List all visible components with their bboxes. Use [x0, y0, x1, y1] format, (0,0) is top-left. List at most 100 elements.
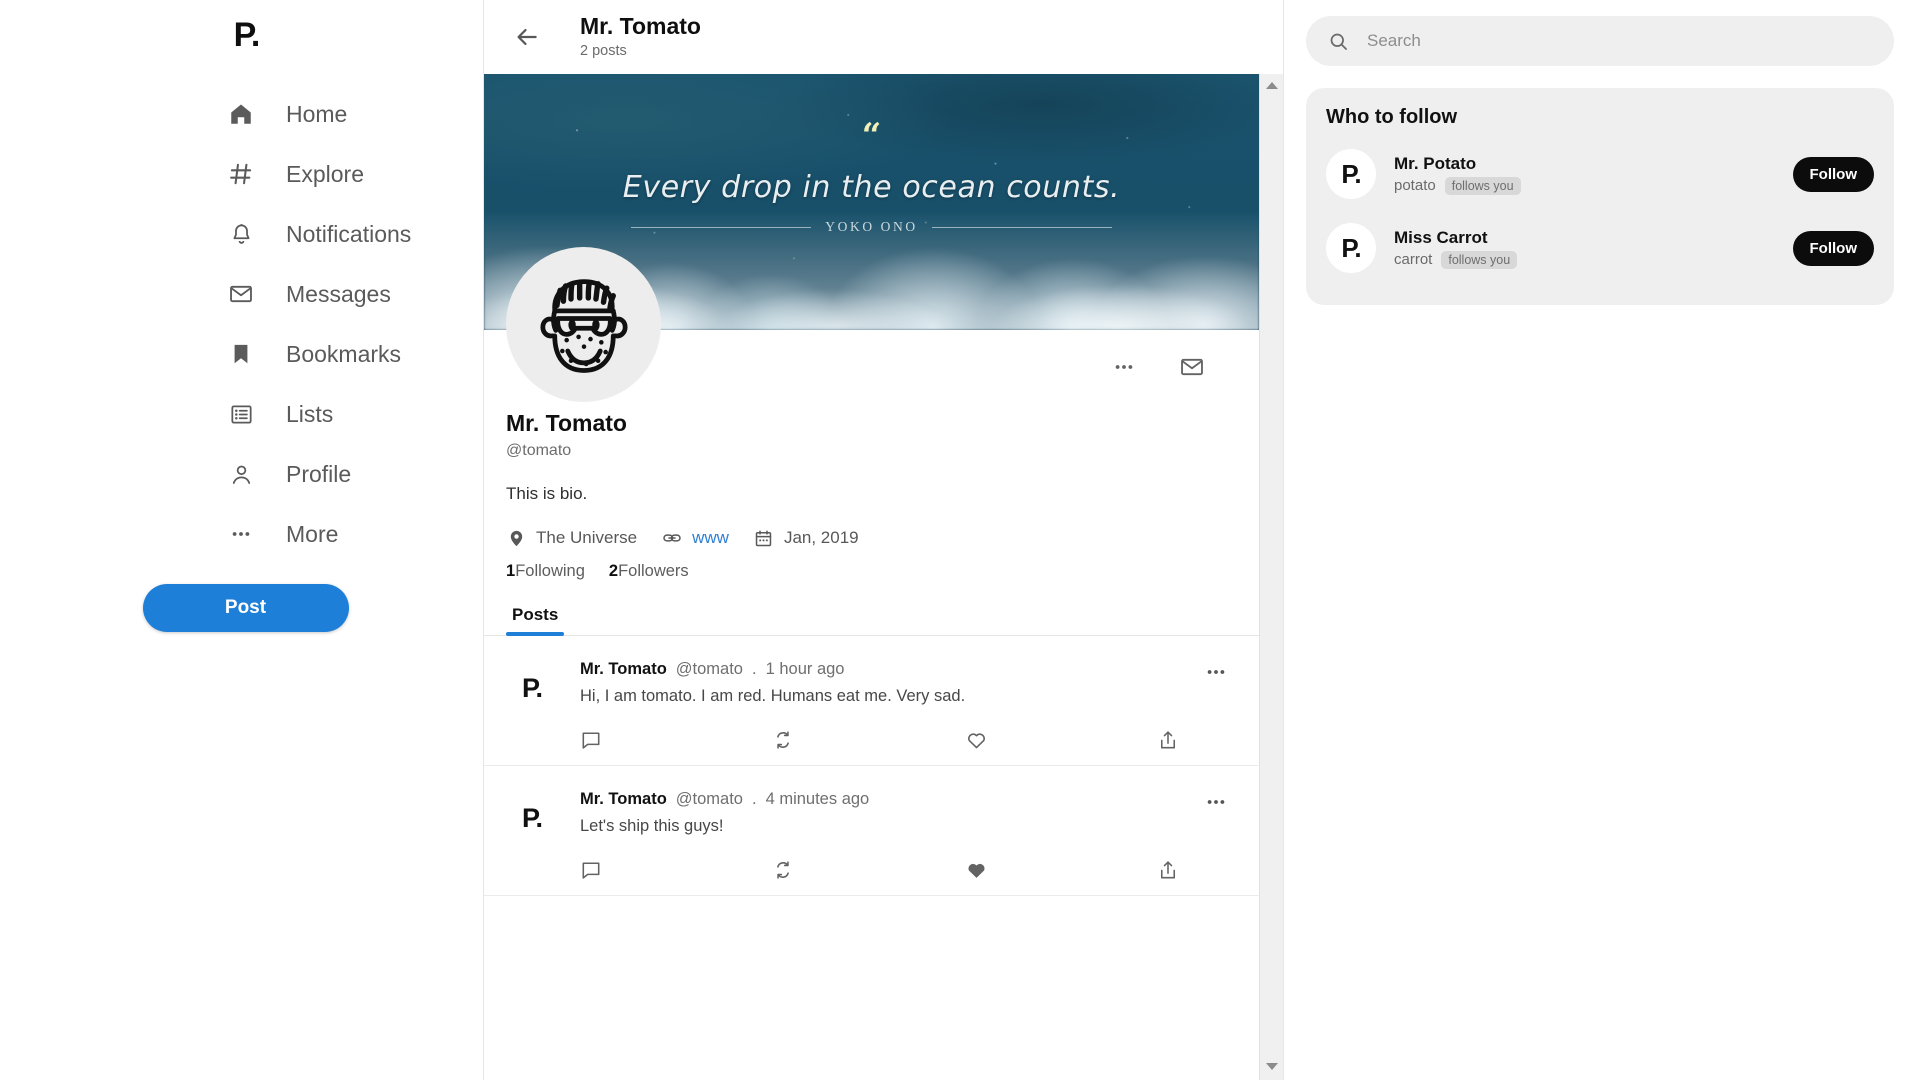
attribution-rule-right [931, 226, 1112, 228]
sidebar-item-home[interactable]: Home [0, 84, 483, 144]
post-author-name[interactable]: Mr. Tomato [580, 790, 667, 809]
sidebar-item-label: Home [286, 100, 348, 127]
suggestion-info: Mr. Potato potato follows you [1394, 154, 1793, 195]
suggestion-sub: potato follows you [1394, 176, 1793, 195]
post-body: Mr. Tomato @tomato . 4 minutes ago Let's… [580, 790, 1189, 881]
envelope-icon [226, 279, 256, 309]
suggestion-handle: carrot [1394, 251, 1433, 268]
hashtag-icon [226, 159, 256, 189]
followers-count: 2 [608, 562, 619, 580]
reply-icon[interactable] [580, 859, 772, 881]
app-root: P. Home Explore Notifications Messages B… [0, 0, 1920, 1080]
scroll-down-icon[interactable] [1265, 1058, 1279, 1076]
profile-header-bar: Mr. Tomato 2 posts [484, 0, 1283, 74]
post-action-bar [580, 728, 1189, 751]
sidebar-item-messages[interactable]: Messages [0, 264, 483, 324]
sidebar-item-explore[interactable]: Explore [0, 144, 483, 204]
left-sidebar: P. Home Explore Notifications Messages B… [0, 0, 484, 1080]
scroll-up-icon[interactable] [1265, 78, 1279, 96]
post-author-handle: @tomato [675, 790, 743, 808]
search-icon [1328, 31, 1349, 52]
center-scrollbar[interactable] [1259, 74, 1283, 1080]
suggestion-handle: potato [1394, 177, 1436, 194]
post-item[interactable]: P. Mr. Tomato @tomato . 1 hour ago Hi, I… [484, 636, 1259, 766]
tab-posts[interactable]: Posts [506, 605, 565, 636]
profile-website-link[interactable]: www [692, 528, 729, 548]
attribution-rule-left [631, 226, 812, 228]
arrow-left-icon[interactable] [510, 20, 544, 54]
link-icon [662, 528, 682, 548]
sidebar-item-profile[interactable]: Profile [0, 444, 483, 504]
bookmark-icon [226, 339, 256, 369]
profile-bio: This is bio. [506, 484, 588, 503]
post-button[interactable]: Post [142, 584, 349, 632]
post-author-name[interactable]: Mr. Tomato [580, 660, 667, 679]
post-more-button[interactable] [1199, 790, 1233, 820]
share-icon[interactable] [1157, 859, 1179, 881]
repost-icon[interactable] [772, 859, 964, 881]
post-separator: . [751, 790, 757, 808]
post-timestamp: 4 minutes ago [765, 790, 870, 808]
ellipsis-icon [226, 519, 256, 549]
scrollbar-thumb[interactable] [1260, 96, 1283, 1058]
follows-you-badge: follows you [1441, 250, 1518, 269]
sidebar-item-bookmarks[interactable]: Bookmarks [0, 324, 483, 384]
followers-stat[interactable]: 2Followers [609, 562, 689, 581]
suggestion-row[interactable]: P. Mr. Potato potato follows you Follow [1326, 137, 1874, 211]
sidebar-item-label: Profile [286, 460, 352, 487]
suggestion-sub: carrot follows you [1394, 250, 1793, 269]
avatar[interactable]: P. [1326, 223, 1376, 273]
home-icon [226, 99, 256, 129]
sidebar-item-notifications[interactable]: Notifications [0, 204, 483, 264]
who-to-follow-card: Who to follow P. Mr. Potato potato follo… [1306, 88, 1894, 305]
search-input[interactable] [1365, 30, 1872, 52]
sidebar-item-lists[interactable]: Lists [0, 384, 483, 444]
profile-tabs: Posts [484, 605, 1259, 636]
profile-website[interactable]: www [662, 528, 729, 548]
following-stat[interactable]: 1Following [506, 562, 585, 581]
post-more-button[interactable] [1199, 660, 1233, 690]
who-to-follow-title: Who to follow [1326, 106, 1458, 128]
banner-attribution-row: YOKO ONO [484, 219, 1259, 235]
center-column: Mr. Tomato 2 posts “ Every drop in the o… [484, 0, 1284, 1080]
calendar-icon [754, 528, 774, 548]
avatar[interactable] [506, 247, 661, 402]
bell-icon [226, 219, 256, 249]
profile-message-button[interactable] [1175, 350, 1209, 384]
sidebar-item-more[interactable]: More [0, 504, 483, 564]
follow-button[interactable]: Follow [1792, 230, 1874, 266]
suggestion-row[interactable]: P. Miss Carrot carrot follows you Follow [1326, 211, 1874, 285]
post-body: Mr. Tomato @tomato . 1 hour ago Hi, I am… [580, 660, 1189, 751]
profile-counts: 1Following 2Followers [506, 562, 1237, 581]
sidebar-item-label: Notifications [286, 220, 412, 247]
banner-quote-text: Every drop in the ocean counts. [622, 170, 1121, 205]
banner-quote-block: “ Every drop in the ocean counts. YOKO O… [484, 119, 1259, 235]
primary-navigation: Home Explore Notifications Messages Book… [0, 84, 483, 564]
suggestion-name: Miss Carrot [1394, 227, 1488, 247]
post-text: Hi, I am tomato. I am red. Humans eat me… [580, 687, 966, 705]
follow-button[interactable]: Follow [1792, 156, 1874, 192]
profile-handle: @tomato [506, 442, 572, 459]
post-header: Mr. Tomato @tomato . 4 minutes ago [580, 790, 1189, 809]
share-icon[interactable] [1157, 729, 1179, 751]
repost-icon[interactable] [772, 729, 964, 751]
profile-details: Mr. Tomato @tomato This is bio. The Univ… [484, 247, 1259, 581]
reply-icon[interactable] [580, 729, 772, 751]
app-logo[interactable]: P. [0, 8, 483, 62]
like-icon[interactable] [965, 728, 1157, 751]
search-bar[interactable] [1306, 16, 1894, 66]
profile-location-text: The Universe [536, 528, 638, 547]
post-item[interactable]: P. Mr. Tomato @tomato . 4 minutes ago Le… [484, 766, 1259, 896]
header-titles: Mr. Tomato 2 posts [580, 13, 701, 61]
sidebar-item-label: Messages [286, 280, 391, 307]
post-text: Let's ship this guys! [580, 817, 724, 835]
avatar[interactable]: P. [1326, 149, 1376, 199]
location-pin-icon [506, 528, 526, 548]
post-avatar[interactable]: P. [506, 792, 558, 844]
post-author-handle: @tomato [675, 660, 743, 678]
profile-joined: Jan, 2019 [754, 528, 859, 548]
sidebar-item-label: Bookmarks [286, 340, 402, 367]
profile-more-button[interactable] [1107, 350, 1141, 384]
like-icon-filled[interactable] [965, 858, 1157, 881]
post-avatar[interactable]: P. [506, 662, 558, 714]
